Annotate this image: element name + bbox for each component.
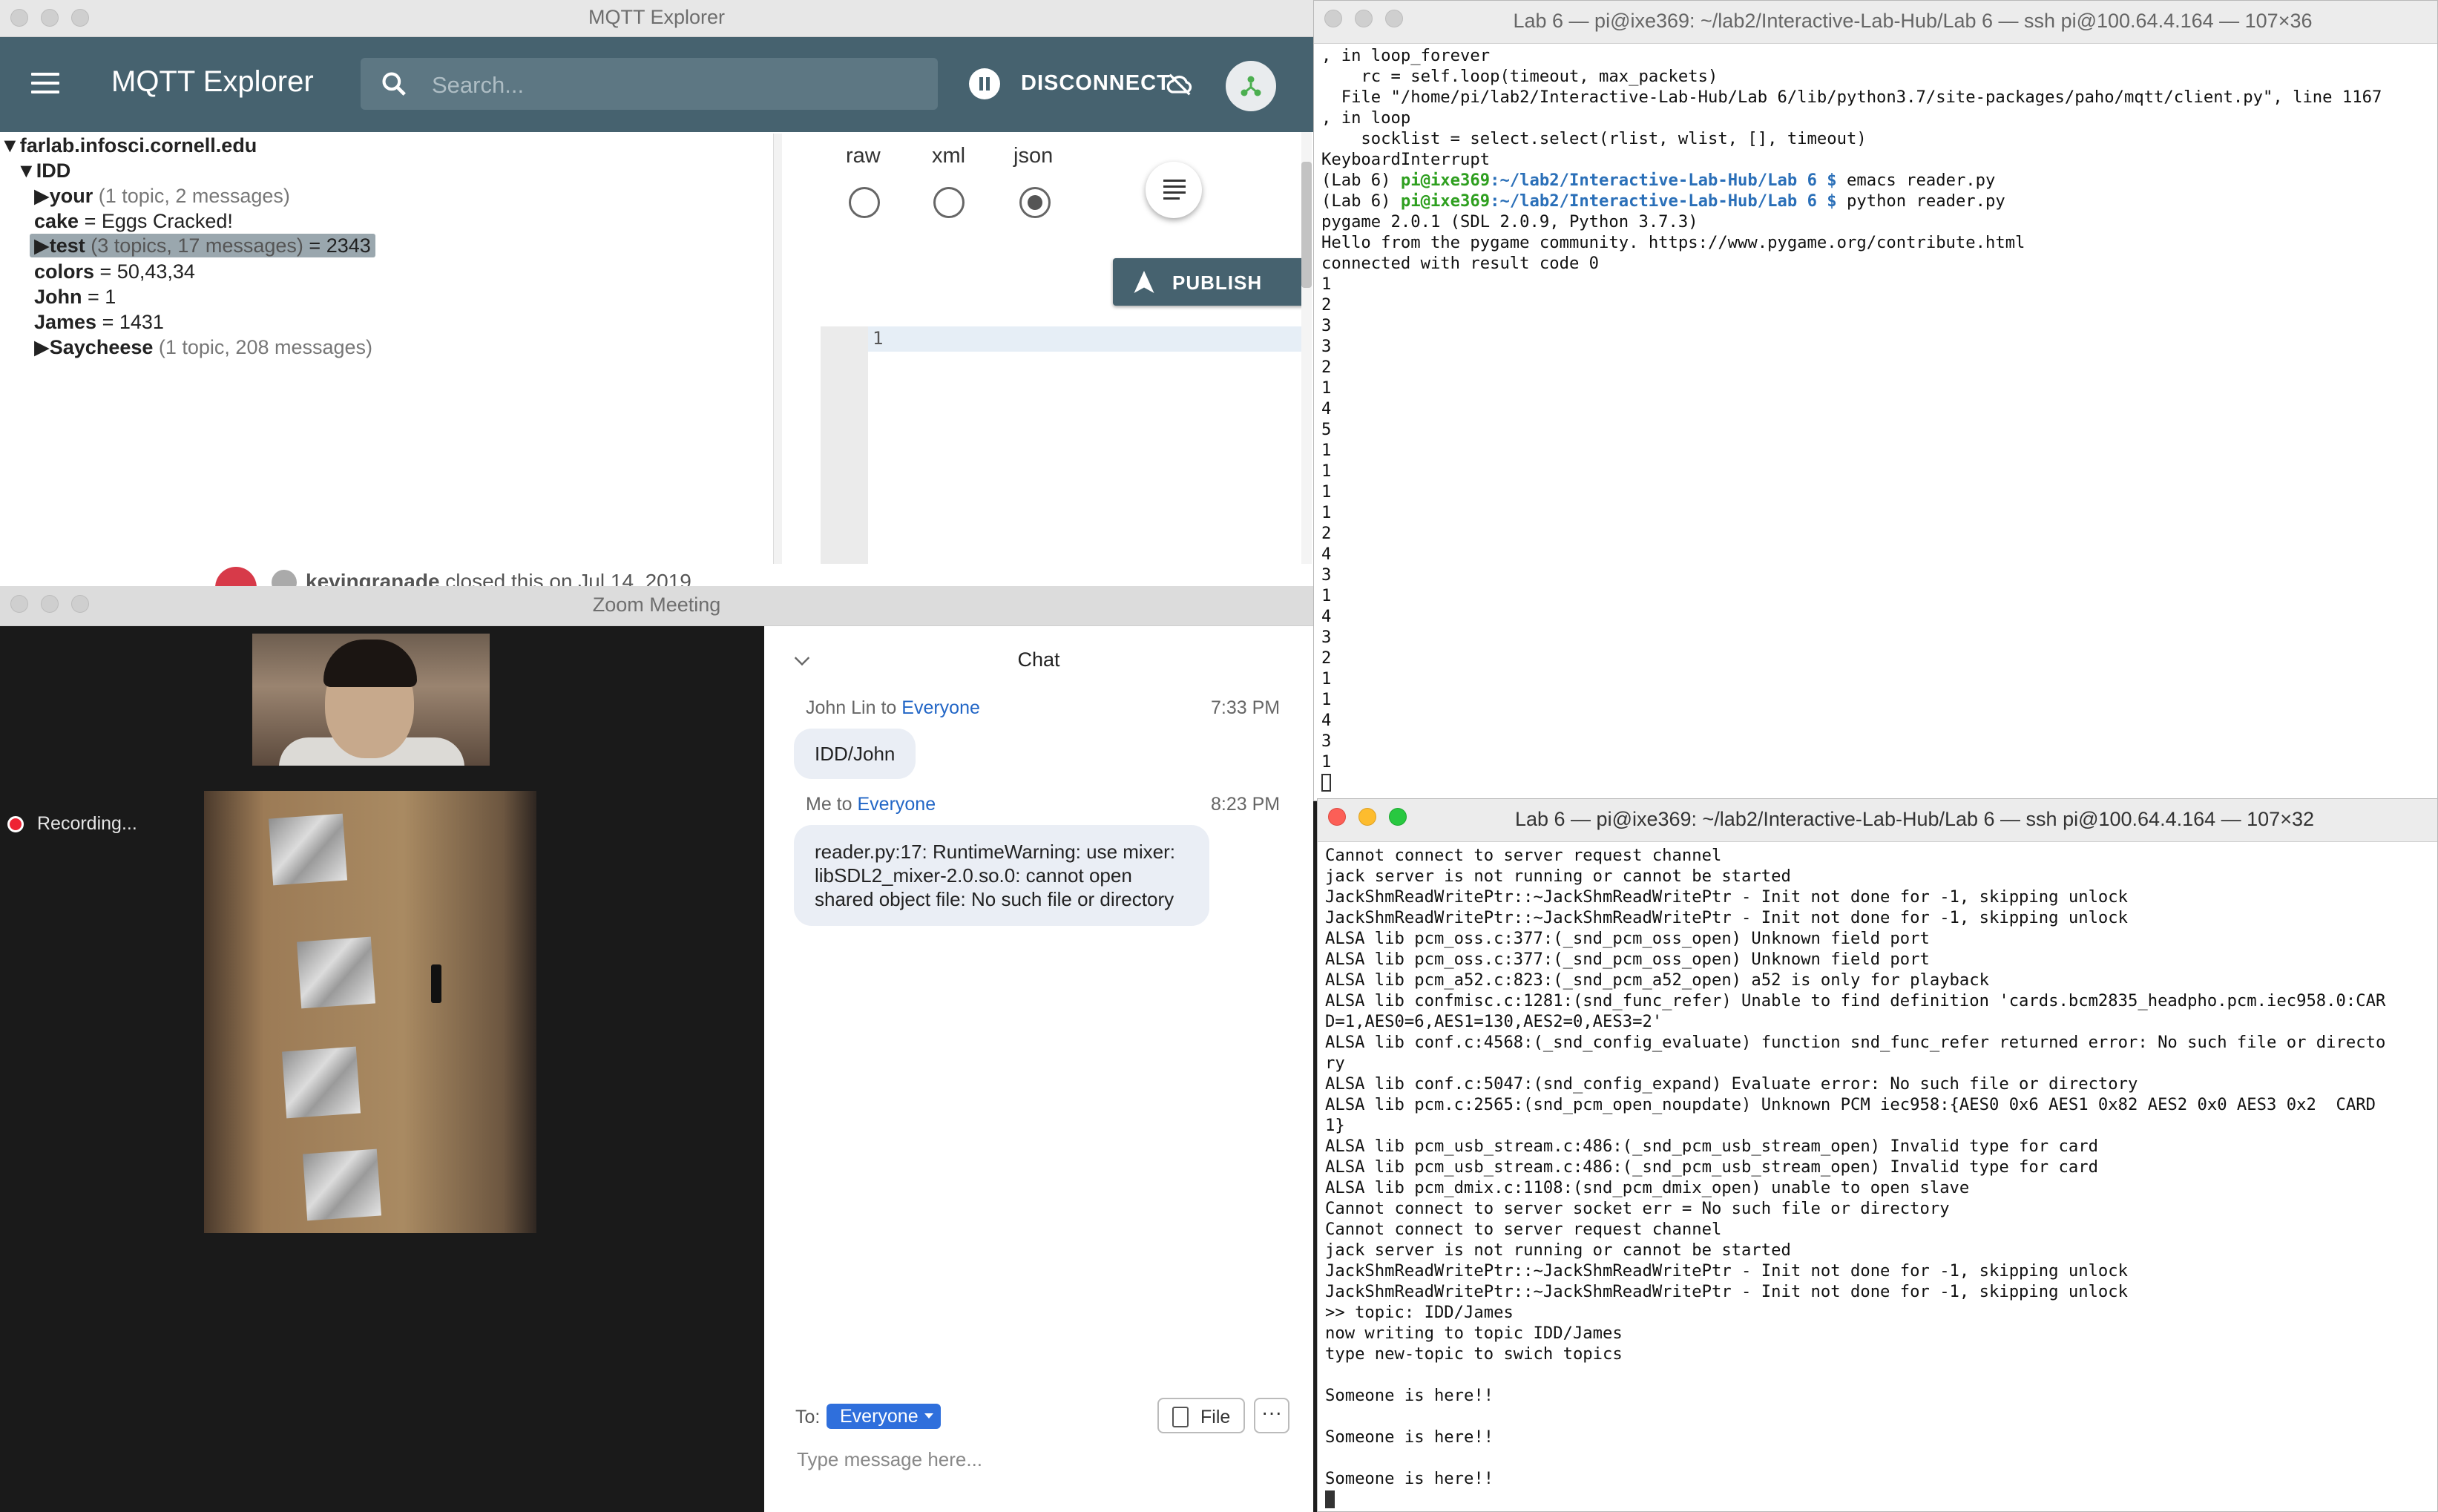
editor-gutter	[821, 326, 868, 564]
tree-node-cake[interactable]: cake = Eggs Cracked!	[34, 209, 233, 233]
panel-resize-handle[interactable]	[773, 134, 782, 564]
terminal-cursor	[1321, 774, 1331, 792]
mqtt-titlebar: MQTT Explorer	[0, 0, 1313, 37]
participant-video[interactable]	[252, 634, 490, 766]
more-options-button[interactable]: ···	[1254, 1398, 1289, 1433]
terminal-title: Lab 6 — pi@ixe369: ~/lab2/Interactive-La…	[1514, 808, 2314, 830]
minimize-window-button[interactable]	[1355, 10, 1373, 27]
search-placeholder: Search...	[432, 72, 525, 98]
user-avatar	[272, 570, 297, 586]
tree-node-broker[interactable]: ▼farlab.infosci.cornell.edu	[0, 134, 257, 157]
pause-icon[interactable]	[969, 68, 1000, 99]
issue-closed-text: kevingranade closed this on Jul 14, 2019	[306, 570, 691, 586]
payload-editor[interactable]: 1	[821, 326, 1303, 564]
publish-button[interactable]: PUBLISH	[1113, 258, 1309, 306]
tree-node-james[interactable]: James = 1431	[34, 310, 164, 334]
format-radio-raw[interactable]	[849, 187, 880, 218]
connection-avatar[interactable]	[1226, 61, 1276, 111]
send-icon	[1134, 271, 1154, 293]
chat-title: Chat	[1017, 648, 1060, 671]
chat-message-input[interactable]: Type message here...	[797, 1448, 982, 1471]
terminal-output[interactable]: , in loop_forever rc = self.loop(timeout…	[1321, 45, 2382, 793]
shared-camera-video[interactable]	[204, 791, 536, 1233]
search-input[interactable]: Search...	[361, 58, 938, 110]
video-area: Recording...	[0, 626, 764, 1512]
app-title: MQTT Explorer	[111, 65, 314, 98]
chat-message: IDD/John	[794, 729, 916, 779]
chat-message: reader.py:17: RuntimeWarning: use mixer:…	[794, 825, 1209, 926]
zoom-titlebar: Zoom Meeting	[0, 586, 1313, 626]
format-label-json: json	[1013, 144, 1054, 168]
chat-panel: Chat John Lin to Everyone 7:33 PM IDD/Jo…	[764, 626, 1313, 1512]
chat-sender: John Lin to Everyone	[806, 697, 980, 718]
recording-indicator[interactable]: Recording...	[7, 813, 137, 835]
chat-timestamp: 8:23 PM	[1211, 794, 1281, 815]
menu-icon[interactable]	[31, 73, 59, 96]
editor-active-line	[868, 326, 1303, 352]
record-icon	[7, 816, 24, 832]
github-page-sliver: kevingranade closed this on Jul 14, 2019	[0, 564, 1313, 586]
chat-timestamp: 7:33 PM	[1211, 697, 1281, 718]
publish-panel: raw xml json PUBLISH 1	[783, 132, 1313, 564]
zoom-meeting-window: Zoom Meeting Recording... Chat John Lin …	[0, 586, 1313, 1512]
recipient-label: To:	[795, 1407, 821, 1427]
format-label-xml: xml	[932, 144, 966, 168]
format-label-raw: raw	[846, 144, 881, 168]
publish-scrollbar[interactable]	[1301, 132, 1312, 564]
terminal-output[interactable]: Cannot connect to server request channel…	[1325, 845, 2385, 1510]
format-radio-json[interactable]	[1019, 187, 1051, 218]
recipient-dropdown[interactable]: Everyone	[827, 1404, 941, 1429]
terminal-cursor	[1325, 1490, 1335, 1508]
close-window-button[interactable]	[1328, 808, 1346, 826]
search-icon	[382, 72, 406, 96]
tree-node-john[interactable]: John = 1	[34, 285, 116, 309]
tree-node-idd[interactable]: ▼IDD	[16, 159, 70, 183]
file-icon	[1172, 1407, 1189, 1427]
window-title: Zoom Meeting	[592, 594, 721, 616]
window-title: MQTT Explorer	[588, 6, 726, 28]
close-window-button[interactable]	[1324, 10, 1342, 27]
tree-node-your[interactable]: ▶your (1 topic, 2 messages)	[34, 184, 290, 208]
terminal-window-2: Lab 6 — pi@ixe369: ~/lab2/Interactive-La…	[1317, 798, 2438, 1512]
format-radio-xml[interactable]	[933, 187, 965, 218]
tree-node-colors[interactable]: colors = 50,43,34	[34, 260, 195, 283]
closed-issue-icon	[215, 567, 257, 586]
terminal-titlebar: Lab 6 — pi@ixe369: ~/lab2/Interactive-La…	[1314, 1, 2437, 44]
cloud-off-icon	[1166, 73, 1192, 96]
terminal-window-1: Lab 6 — pi@ixe369: ~/lab2/Interactive-La…	[1313, 0, 2438, 801]
terminal-titlebar: Lab 6 — pi@ixe369: ~/lab2/Interactive-La…	[1318, 799, 2437, 842]
terminal-title: Lab 6 — pi@ixe369: ~/lab2/Interactive-La…	[1513, 10, 2313, 32]
disconnect-button[interactable]: DISCONNECT	[1021, 71, 1171, 96]
minimize-window-button[interactable]	[1358, 808, 1376, 826]
format-json-button[interactable]	[1146, 162, 1202, 218]
tree-node-test[interactable]: ▶test (3 topics, 17 messages) = 2343	[30, 234, 375, 257]
editor-line-number: 1	[873, 328, 884, 349]
network-icon	[1241, 76, 1261, 96]
topic-tree: ▼farlab.infosci.cornell.edu ▼IDD ▶your (…	[0, 132, 772, 564]
mqtt-explorer-window: MQTT Explorer MQTT Explorer Search... DI…	[0, 0, 1313, 564]
chat-sender: Me to Everyone	[806, 794, 936, 815]
tree-node-saycheese[interactable]: ▶Saycheese (1 topic, 208 messages)	[34, 335, 372, 359]
mqtt-app-bar: MQTT Explorer Search... DISCONNECT	[0, 37, 1313, 132]
file-button[interactable]: File	[1157, 1398, 1245, 1433]
